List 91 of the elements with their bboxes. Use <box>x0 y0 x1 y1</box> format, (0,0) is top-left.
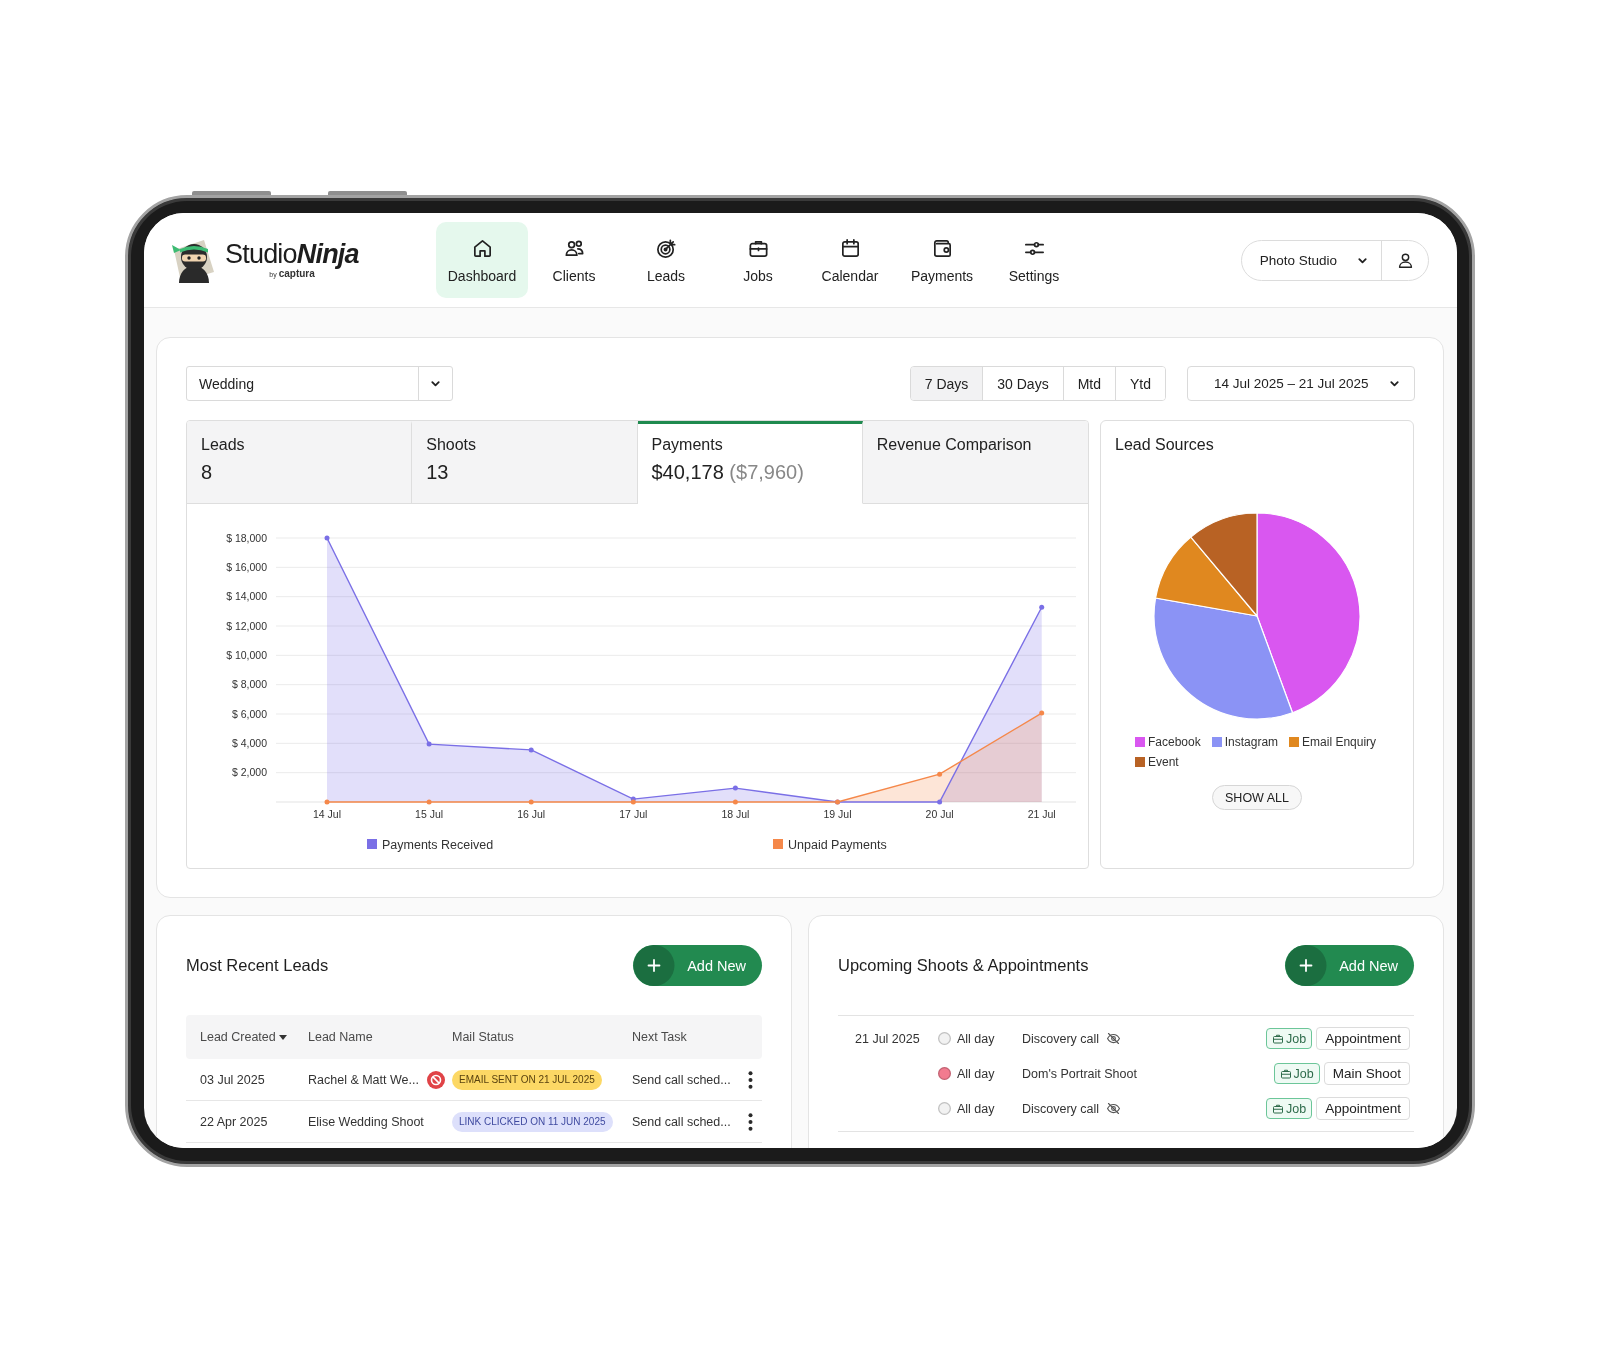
table-cell: Send call sched... <box>632 1072 731 1087</box>
table-cell: Elise Wedding Shoot <box>308 1114 424 1129</box>
data-point <box>528 799 534 805</box>
data-point <box>426 741 432 747</box>
job-link[interactable]: Job <box>1273 1063 1320 1084</box>
data-point <box>528 747 534 753</box>
chevron-down-icon <box>430 378 441 389</box>
category-select[interactable]: Wedding <box>186 366 453 401</box>
event-title[interactable]: Discovery call <box>1022 1031 1100 1046</box>
axis-label: $ 16,000 <box>226 560 267 573</box>
axis-label: 15 Jul <box>415 808 444 820</box>
axis-label: $ 4,000 <box>231 736 267 749</box>
data-point <box>324 799 330 805</box>
range-option[interactable]: 7 Days <box>910 367 984 400</box>
card-title: Upcoming Shoots & Appointments <box>838 956 1089 975</box>
axis-label: 17 Jul <box>619 808 648 820</box>
event-title[interactable]: Dom's Portrait Shoot <box>1022 1066 1137 1081</box>
mail-status-badge: EMAIL SENT ON 21 JUL 2025 <box>452 1069 602 1090</box>
data-point <box>732 785 738 791</box>
nav-tab[interactable]: Settings <box>988 222 1080 298</box>
event-time: All day <box>957 1066 996 1081</box>
data-point <box>937 799 943 805</box>
add-new-button[interactable]: Add New <box>633 945 762 986</box>
axis-label: $ 14,000 <box>226 590 267 603</box>
table-cell: 03 Jul 2025 <box>200 1072 265 1087</box>
add-new-button[interactable]: Add New <box>1285 945 1414 986</box>
data-point <box>732 799 738 805</box>
briefcase-icon <box>1272 1032 1285 1045</box>
column-header[interactable]: Mail Status <box>452 1030 514 1044</box>
nav-tab[interactable]: Calendar <box>804 222 896 298</box>
column-header[interactable]: Lead Name <box>308 1030 373 1044</box>
nav-tab[interactable]: Payments <box>896 222 988 298</box>
axis-label: 14 Jul <box>313 808 341 820</box>
more-options-icon[interactable] <box>747 1112 753 1131</box>
nav-tab[interactable]: Dashboard <box>436 222 528 298</box>
axis-label: $ 6,000 <box>231 707 267 720</box>
event-title[interactable]: Discovery call <box>1022 1101 1100 1116</box>
data-point <box>1039 710 1045 716</box>
axis-label: $ 10,000 <box>226 648 267 661</box>
axis-label: 20 Jul <box>925 808 954 820</box>
data-point <box>324 535 330 541</box>
chevron-down-icon <box>1389 378 1400 389</box>
card-title: Lead Sources <box>1115 436 1215 454</box>
briefcase-icon <box>1279 1067 1292 1080</box>
legend-label: Payments Received <box>382 837 494 852</box>
event-type-tag: Main Shoot <box>1323 1062 1410 1085</box>
legend-label: Facebook <box>1148 735 1201 749</box>
axis-label: 16 Jul <box>517 808 546 820</box>
legend-label: Event <box>1148 755 1179 769</box>
nav-tab[interactable]: Jobs <box>712 222 804 298</box>
card-title: Most Recent Leads <box>186 956 329 975</box>
data-point <box>1039 604 1045 610</box>
table-cell: Send call sched... <box>632 1114 731 1129</box>
table-cell: Rachel & Matt We... <box>308 1072 419 1087</box>
nav-tab[interactable]: Clients <box>528 222 620 298</box>
axis-label: 19 Jul <box>823 808 852 820</box>
legend-label: Unpaid Payments <box>788 837 887 852</box>
event-type-tag: Appointment <box>1316 1097 1410 1120</box>
axis-label: 18 Jul <box>721 808 750 820</box>
column-header[interactable]: Lead Created <box>200 1030 276 1044</box>
sort-caret-icon[interactable] <box>278 1034 287 1040</box>
stat-tab[interactable]: Leads 8 <box>187 421 413 504</box>
job-link[interactable]: Job <box>1266 1028 1313 1049</box>
job-link[interactable]: Job <box>1266 1098 1313 1119</box>
axis-label: $ 12,000 <box>226 619 267 632</box>
event-type-tag: Appointment <box>1316 1027 1410 1050</box>
stat-tab[interactable]: Payments $40,178 ($7,960) <box>637 421 863 504</box>
table-cell: 22 Apr 2025 <box>200 1114 268 1129</box>
legend-label: Email Enquiry <box>1302 735 1377 749</box>
more-options-icon[interactable] <box>747 1070 753 1089</box>
nav-tab[interactable]: Leads <box>620 222 712 298</box>
data-point <box>937 771 943 777</box>
axis-label: 21 Jul <box>1027 808 1056 820</box>
axis-label: $ 8,000 <box>231 678 267 691</box>
mail-status-badge: LINK CLICKED ON 11 JUN 2025 <box>452 1111 613 1132</box>
event-time: All day <box>957 1031 996 1046</box>
axis-label: $ 18,000 <box>226 531 267 544</box>
event-time: All day <box>957 1101 996 1116</box>
stat-tab[interactable]: Revenue Comparison <box>862 421 1088 504</box>
show-all-button[interactable]: SHOW ALL <box>1212 785 1302 810</box>
plus-icon <box>1285 945 1328 986</box>
studio-select[interactable]: Photo Studio <box>1241 240 1382 280</box>
date-range-select[interactable]: 14 Jul 2025 – 21 Jul 2025 <box>1187 366 1415 401</box>
column-header[interactable]: Next Task <box>632 1030 687 1044</box>
stat-tab[interactable]: Shoots 13 <box>412 421 638 504</box>
data-point <box>426 799 432 805</box>
axis-label: $ 2,000 <box>231 766 267 779</box>
briefcase-icon <box>1272 1102 1285 1115</box>
plus-icon <box>633 945 676 986</box>
date-label: 21 Jul 2025 <box>855 1031 920 1046</box>
legend-label: Instagram <box>1224 735 1279 749</box>
